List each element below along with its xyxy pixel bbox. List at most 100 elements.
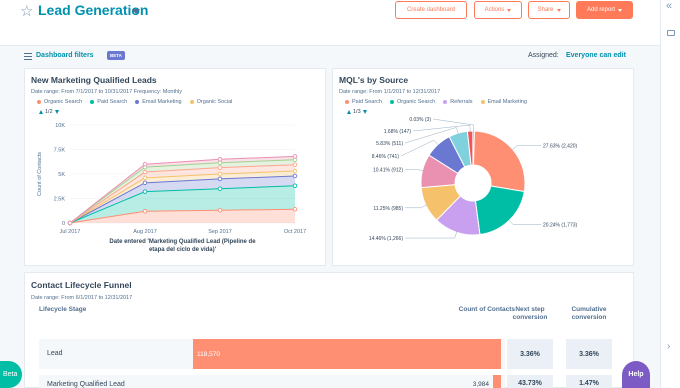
y-tick-label: 10K	[55, 123, 65, 129]
funnel-report-title[interactable]: Contact Lifecycle Funnel	[31, 280, 132, 290]
legend-item[interactable]: Organic Search	[389, 99, 436, 105]
legend-item[interactable]: Paid Search	[90, 99, 127, 105]
data-point	[292, 207, 298, 212]
x-tick-label: Aug 2017	[133, 229, 157, 235]
slice-data-label: 5.83% (511)	[376, 141, 403, 147]
legend-item[interactable]: Email Marketing	[480, 99, 527, 105]
legend-item[interactable]: Referrals	[443, 99, 473, 105]
favorite-star-icon[interactable]: ☆	[20, 2, 33, 20]
mql-report-title[interactable]: New Marketing Qualified Leads	[31, 75, 157, 85]
mql-source-donut-chart[interactable]: 27.63% (2,420) 20.24% (1,773) 14.46% (1,26…	[333, 117, 633, 265]
data-point	[142, 180, 148, 186]
slice-data-label: 1.68% (147)	[384, 129, 412, 135]
mql-report-card: New Marketing Qualified Leads Date range…	[24, 68, 326, 266]
column-header-count[interactable]: Count of Contacts	[421, 306, 515, 314]
y-tick-label: 5K	[58, 172, 65, 178]
x-axis-label-line: etapa del ciclo de vida)'	[149, 247, 217, 253]
actions-button[interactable]: Actions	[474, 1, 522, 19]
legend-prev-icon[interactable]	[39, 110, 43, 114]
beta-label: Beta	[3, 371, 18, 378]
next-step-value: 3.36%	[520, 350, 540, 358]
comments-icon[interactable]	[667, 30, 675, 36]
assigned-label: Assigned:	[528, 52, 559, 59]
data-point	[292, 168, 298, 174]
legend-pager: 1/3	[347, 109, 367, 115]
legend-item[interactable]: Organic Search	[37, 99, 82, 105]
data-point	[292, 183, 298, 189]
data-point	[142, 175, 148, 181]
y-tick-label: 0	[62, 221, 65, 227]
column-header-cumulative[interactable]: Cumulative conversion	[563, 306, 615, 322]
source-report-meta: Date range: From 1/1/2017 to 12/31/2017	[339, 89, 441, 95]
actions-label: Actions	[484, 7, 505, 13]
legend-page-indicator: 1/3	[353, 109, 361, 115]
data-point	[217, 186, 223, 191]
mql-legend: Organic Search Paid Search Email Marketi…	[37, 99, 232, 105]
legend-label: Referrals	[450, 99, 473, 105]
cumulative-value: 3.36%	[579, 350, 599, 358]
assigned-permission-link[interactable]: Everyone can edit	[566, 52, 626, 59]
x-axis-label-line: Date entered 'Marketing Qualified Lead (…	[109, 239, 256, 245]
share-button[interactable]: Share	[528, 1, 570, 19]
data-point	[217, 171, 223, 177]
create-dashboard-label: Create dashboard	[406, 7, 456, 13]
legend-label: Organic Search	[396, 99, 436, 105]
y-tick-label: 2.5K	[54, 197, 66, 203]
legend-next-icon[interactable]	[362, 110, 367, 114]
column-header-stage[interactable]: Lifecycle Stage	[39, 306, 86, 314]
legend-item[interactable]: Paid Search	[345, 99, 382, 105]
add-report-button[interactable]: Add report	[576, 1, 633, 19]
x-axis-label: Date entered 'Marketing Qualified Lead (…	[109, 239, 256, 253]
share-label: Share	[537, 7, 554, 13]
legend-label: Paid Search	[352, 99, 382, 105]
funnel-report-card: Contact Lifecycle Funnel Date range: Fro…	[24, 272, 634, 388]
slice-data-label: 20.24% (1,773)	[543, 223, 578, 229]
source-report-card: MQL's by Source Date range: From 1/1/201…	[332, 68, 634, 266]
slice-data-label: 14.46% (1,266)	[369, 236, 404, 242]
slice-data-label: 0.03% (3)	[409, 117, 431, 123]
legend-dot-icon	[90, 100, 95, 104]
legend-pager: 1/2	[39, 109, 59, 115]
legend-label: Email Marketing	[142, 99, 182, 105]
dashboard-switcher-chevron-down-icon[interactable]	[132, 9, 140, 14]
filter-icon[interactable]	[24, 53, 32, 60]
cumulative-conversion: 3.36%	[566, 339, 612, 369]
data-point	[292, 173, 298, 179]
dashboard-filters-link[interactable]: Dashboard filters	[36, 52, 94, 59]
source-report-title[interactable]: MQL's by Source	[339, 75, 408, 85]
legend-dot-icon	[189, 100, 194, 104]
mql-area-chart[interactable]: 0 2.5K 5K 7.5K 10K Jul 2017 Aug 2017 Sep 2017 Oc…	[25, 117, 325, 265]
data-point	[217, 176, 223, 182]
legend-item[interactable]: Organic Social	[189, 99, 233, 105]
help-button[interactable]: Help	[622, 361, 650, 388]
create-dashboard-button[interactable]: Create dashboard	[395, 1, 467, 19]
column-header-next-step[interactable]: Next step conversion	[507, 306, 553, 322]
legend-label: Email Marketing	[487, 99, 527, 105]
legend-item[interactable]: Email Marketing	[135, 99, 182, 105]
legend-label: Organic Social	[196, 99, 233, 105]
slice-leader-line	[508, 219, 541, 225]
slice-data-label: 11.25% (985)	[373, 206, 403, 212]
data-point	[142, 161, 148, 167]
x-tick-label: Oct 2017	[284, 229, 306, 235]
next-step-conversion: 3.36%	[507, 339, 553, 369]
data-point	[142, 208, 148, 214]
pie-slice	[472, 130, 526, 193]
next-step-value: 43.73%	[518, 380, 542, 387]
funnel-bar[interactable]	[493, 375, 501, 388]
actions-chevron-down-icon	[507, 8, 512, 12]
collapse-sidebar-chevron-icon[interactable]: «	[666, 0, 672, 12]
slice-leader-line	[405, 231, 458, 239]
next-step-conversion: 43.73%	[507, 375, 553, 388]
expand-chevron-right-icon[interactable]: ›	[667, 341, 670, 352]
beta-feedback-button[interactable]: Beta	[0, 361, 22, 388]
cumulative-conversion: 1.47%	[566, 375, 612, 388]
data-point	[142, 169, 148, 175]
funnel-bar-value: 118,570	[197, 351, 221, 358]
funnel-bar[interactable]	[193, 339, 501, 369]
stage-name: Marketing Qualified Lead	[47, 381, 125, 388]
legend-next-icon[interactable]	[54, 110, 59, 114]
add-report-chevron-down-icon	[618, 8, 623, 12]
legend-dot-icon	[480, 100, 485, 104]
legend-prev-icon[interactable]	[347, 110, 351, 114]
